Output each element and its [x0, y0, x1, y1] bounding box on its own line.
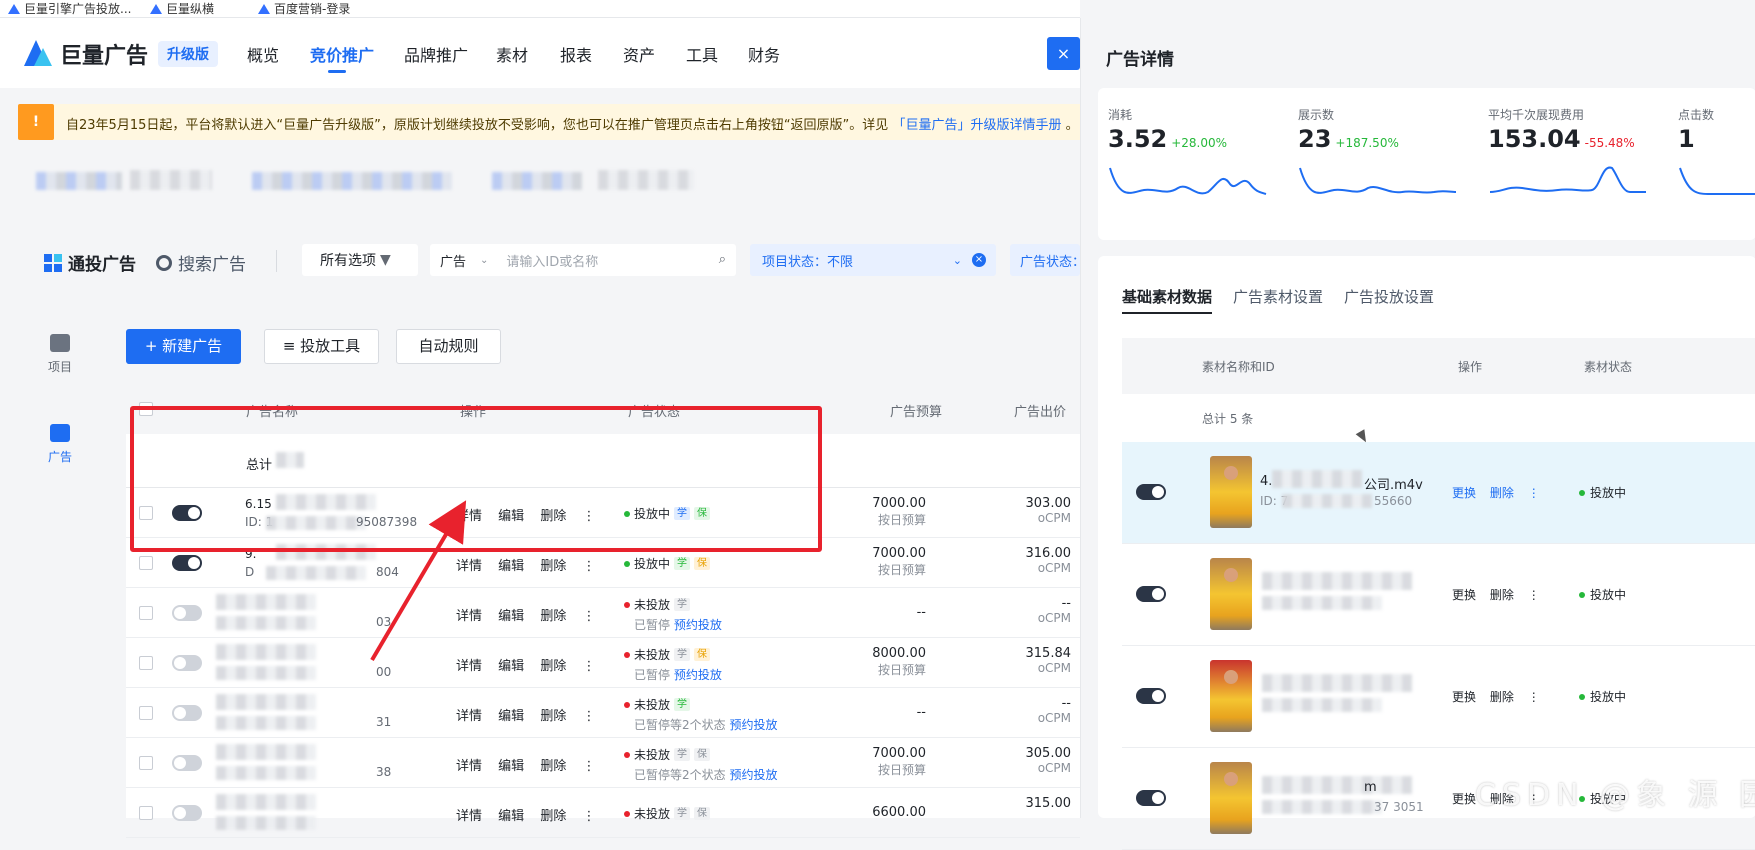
- material-ops: 更换 删除 ⋮: [1452, 586, 1550, 603]
- replace-link[interactable]: 更换: [1452, 792, 1476, 806]
- delete-link[interactable]: 删除: [1490, 486, 1514, 500]
- ad-detail-drawer: 广告详情 消耗 3.52 +28.00% 展示数 23 +187.50% 平均千次展…: [1080, 18, 1755, 850]
- material-toggle[interactable]: [1136, 586, 1166, 602]
- more-icon[interactable]: ⋮: [1528, 486, 1540, 500]
- material-status: 投放中: [1579, 688, 1626, 705]
- material-toggle[interactable]: [1136, 790, 1166, 806]
- material-row: 4. 公司.m4v ID: 7 55660 更换 删除 ⋮ 投放中: [1122, 442, 1755, 544]
- status-dot: [1579, 693, 1585, 700]
- metric-cost: 消耗 3.52 +28.00%: [1108, 108, 1228, 153]
- material-toggle[interactable]: [1136, 484, 1166, 500]
- material-total: 总计 5 条: [1202, 412, 1254, 426]
- metric-cpm: 平均千次展现费用 153.04 -55.48%: [1488, 108, 1635, 153]
- watermark: CSDN @象 源 园: [1475, 778, 1755, 813]
- tab-delivery-settings[interactable]: 广告投放设置: [1344, 286, 1434, 307]
- status-dot: [1579, 591, 1585, 598]
- material-ops: 更换 删除 ⋮: [1452, 688, 1550, 705]
- drawer-title: 广告详情: [1106, 50, 1174, 70]
- tab-basic-material-data[interactable]: 基础素材数据: [1122, 286, 1213, 314]
- material-thumbnail[interactable]: [1210, 762, 1252, 834]
- material-status: 投放中: [1579, 484, 1626, 501]
- sparkline-clicks: [1679, 167, 1755, 195]
- material-ops: 更换 删除 ⋮: [1452, 484, 1550, 501]
- material-table-card: 基础素材数据 广告素材设置 广告投放设置 素材名称和ID 操作 素材状态 总计 …: [1098, 256, 1755, 850]
- material-thumbnail[interactable]: [1210, 456, 1252, 528]
- replace-link[interactable]: 更换: [1452, 588, 1476, 602]
- material-toggle[interactable]: [1136, 688, 1166, 704]
- more-icon[interactable]: ⋮: [1528, 690, 1540, 704]
- tab-material-settings[interactable]: 广告素材设置: [1233, 286, 1323, 307]
- material-row: 更换 删除 ⋮ 投放中: [1122, 646, 1755, 748]
- metric-impressions: 展示数 23 +187.50%: [1298, 108, 1399, 153]
- material-row: 更换 删除 ⋮ 投放中: [1122, 544, 1755, 646]
- delete-link[interactable]: 删除: [1490, 690, 1514, 704]
- sparkline-cost: [1109, 167, 1267, 195]
- material-name[interactable]: 4.: [1260, 474, 1272, 489]
- delete-link[interactable]: 删除: [1490, 588, 1514, 602]
- more-icon[interactable]: ⋮: [1528, 588, 1540, 602]
- material-thumbnail[interactable]: [1210, 660, 1252, 732]
- metric-clicks: 点击数 1: [1678, 108, 1715, 153]
- replace-link[interactable]: 更换: [1452, 486, 1476, 500]
- material-status: 投放中: [1579, 586, 1626, 603]
- arrow-to-details: [370, 500, 467, 662]
- status-dot: [1579, 489, 1585, 496]
- material-thumbnail[interactable]: [1210, 558, 1252, 630]
- replace-link[interactable]: 更换: [1452, 690, 1476, 704]
- sparkline-impressions: [1299, 167, 1457, 194]
- material-table-header: 素材名称和ID 操作 素材状态: [1122, 338, 1755, 394]
- metrics-card: 消耗 3.52 +28.00% 展示数 23 +187.50% 平均千次展现费用 1…: [1098, 88, 1755, 240]
- sparkline-cpm: [1489, 166, 1646, 193]
